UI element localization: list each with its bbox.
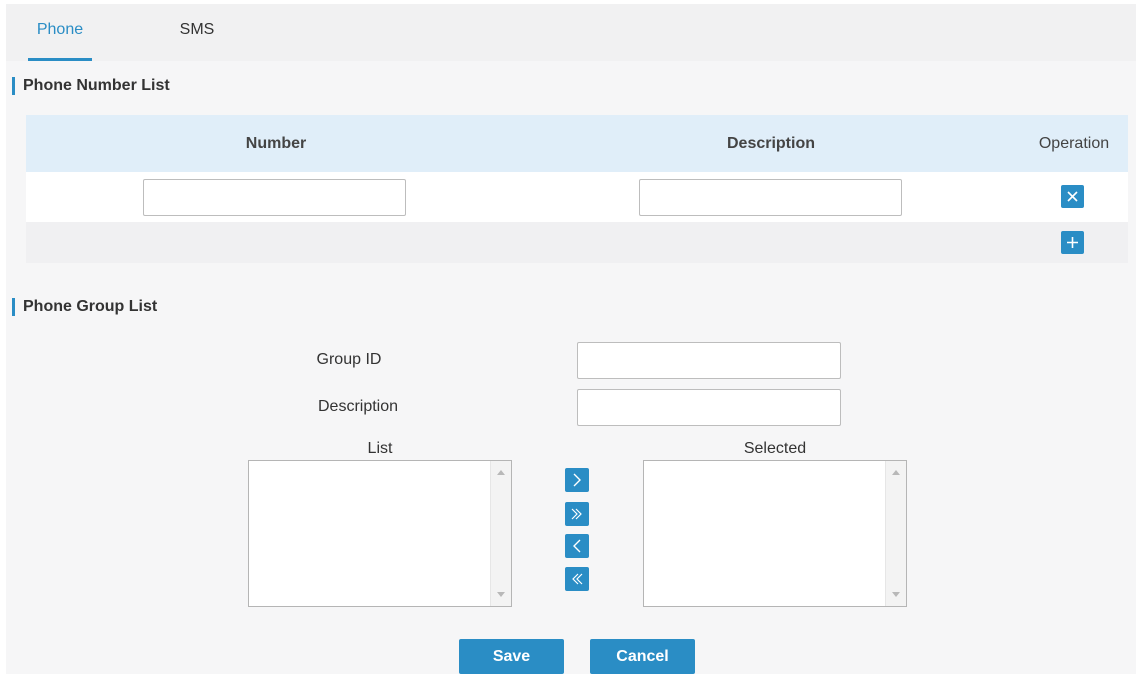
phone-number-input[interactable] [143, 179, 406, 216]
double-chevron-left-icon [572, 573, 583, 585]
group-id-label: Group ID [316, 351, 382, 368]
column-header-operation: Operation [1038, 135, 1110, 152]
move-all-left-button[interactable] [565, 567, 589, 591]
cancel-button[interactable]: Cancel [590, 639, 695, 674]
move-left-button[interactable] [565, 534, 589, 558]
selected-list-box[interactable] [643, 460, 907, 607]
available-list-box[interactable] [248, 460, 512, 607]
list-label: List [367, 440, 393, 457]
chevron-right-icon [573, 473, 581, 487]
group-description-label: Description [317, 398, 399, 415]
column-header-number: Number [245, 135, 307, 152]
phone-number-list-title: Phone Number List [12, 77, 170, 95]
plus-icon [1067, 237, 1078, 248]
list-scrollbar[interactable] [490, 461, 511, 606]
chevron-left-icon [573, 539, 581, 553]
move-right-button[interactable] [565, 468, 589, 492]
save-button[interactable]: Save [459, 639, 564, 674]
selected-scrollbar[interactable] [885, 461, 906, 606]
scroll-up-icon[interactable] [892, 470, 900, 475]
scroll-up-icon[interactable] [497, 470, 505, 475]
column-header-description: Description [726, 135, 815, 152]
group-id-input[interactable] [577, 342, 841, 379]
phone-description-input[interactable] [639, 179, 902, 216]
phone-number-table-header: Number Description Operation [26, 115, 1128, 172]
page: Phone SMS Phone Number List Number Descr… [0, 0, 1136, 674]
group-description-input[interactable] [577, 389, 841, 426]
scroll-down-icon[interactable] [892, 592, 900, 597]
selected-label: Selected [743, 440, 807, 457]
add-row-button[interactable] [1061, 231, 1084, 254]
scroll-down-icon[interactable] [497, 592, 505, 597]
close-icon [1067, 191, 1078, 202]
delete-row-button[interactable] [1061, 185, 1084, 208]
tab-sms[interactable]: SMS [171, 4, 223, 61]
tab-phone[interactable]: Phone [28, 4, 92, 61]
phone-group-list-title: Phone Group List [12, 298, 157, 316]
table-footer [26, 222, 1128, 263]
move-all-right-button[interactable] [565, 502, 589, 526]
table-row [26, 172, 1128, 222]
double-chevron-right-icon [571, 508, 582, 520]
tab-bar: Phone SMS [6, 4, 1136, 61]
